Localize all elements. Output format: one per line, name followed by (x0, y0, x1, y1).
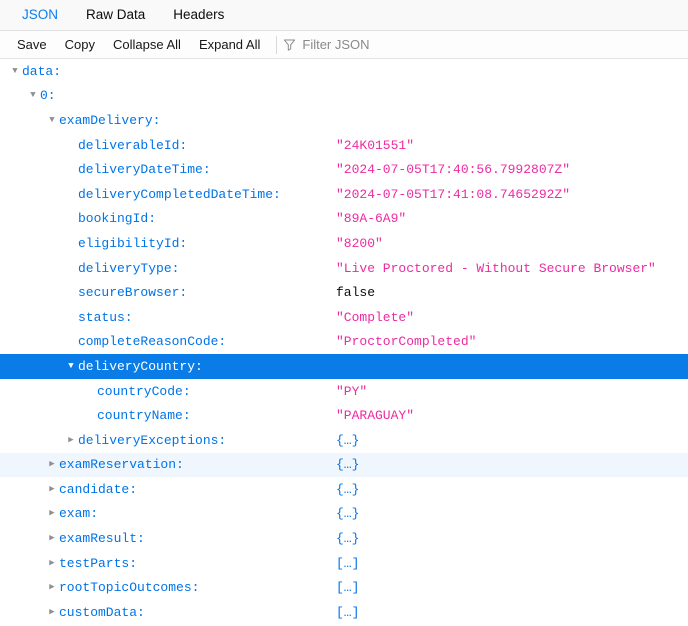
tab-headers[interactable]: Headers (159, 0, 238, 30)
json-key: completeReasonCode: (78, 334, 227, 350)
json-row[interactable]: countryName: "PARAGUAY" (0, 403, 688, 428)
json-value: "PARAGUAY" (336, 408, 415, 424)
chevron-right-icon[interactable]: ▶ (45, 558, 59, 568)
chevron-down-icon[interactable]: ▼ (26, 91, 40, 100)
json-row[interactable]: ▼ data: (0, 59, 688, 84)
json-value: "8200" (336, 235, 383, 251)
json-row[interactable]: countryCode: "PY" (0, 379, 688, 404)
json-value: "89A-6A9" (336, 211, 407, 227)
json-row[interactable]: ▶ candidate: {…} (0, 477, 688, 502)
json-row[interactable]: deliveryDateTime: "2024-07-05T17:40:56.79… (0, 157, 688, 182)
json-row[interactable]: eligibilityId: "8200" (0, 231, 688, 256)
chevron-right-icon[interactable]: ▶ (45, 583, 59, 592)
json-key: customData: (59, 604, 145, 620)
collapse-all-button[interactable]: Collapse All (104, 32, 190, 58)
json-row[interactable]: ▶ examReservation: {…} (0, 452, 688, 478)
json-row[interactable]: ▶ examResult: {…} (0, 526, 688, 551)
json-key: status: (78, 309, 133, 325)
json-row[interactable]: deliveryCompletedDateTime: "2024-07-05T17… (0, 182, 688, 207)
json-value: "Complete" (336, 309, 415, 325)
toolbar-divider (276, 35, 278, 54)
json-row[interactable]: bookingId: "89A-6A9" (0, 207, 688, 232)
chevron-right-icon[interactable]: ▶ (64, 435, 78, 445)
json-key: secureBrowser: (78, 285, 188, 301)
json-value: {…} (336, 506, 360, 522)
json-row[interactable]: ▶ customData: […] (0, 600, 688, 625)
chevron-right-icon[interactable]: ▶ (45, 534, 59, 543)
json-value: "2024-07-05T17:40:56.7992807Z" (336, 162, 571, 178)
chevron-right-icon[interactable]: ▶ (45, 607, 59, 617)
json-row[interactable]: ▼ examDelivery: (0, 108, 688, 133)
json-viewer-toolbar: Save Copy Collapse All Expand All (0, 31, 688, 59)
devtools-tab-strip: JSON Raw Data Headers (0, 0, 688, 31)
json-row[interactable]: ▶ rootTopicOutcomes: […] (0, 575, 688, 600)
chevron-down-icon[interactable]: ▼ (8, 66, 22, 76)
json-key: countryName: (97, 408, 191, 424)
json-tree[interactable]: ▼ data: ▼ 0: ▼ examDelivery: deliverableId: "24… (0, 59, 688, 626)
chevron-right-icon[interactable]: ▶ (45, 509, 59, 518)
json-row[interactable]: ▼ 0: (0, 84, 688, 109)
json-key: deliveryCompletedDateTime: (78, 186, 281, 202)
json-key: eligibilityId: (78, 235, 188, 251)
chevron-down-icon[interactable]: ▼ (64, 361, 78, 371)
chevron-right-icon[interactable]: ▶ (45, 484, 59, 494)
json-key: bookingId: (78, 211, 157, 227)
json-key: examResult: (59, 531, 145, 547)
json-key: examDelivery: (59, 112, 161, 128)
json-key: data: (22, 63, 62, 79)
json-row[interactable]: completeReasonCode: "ProctorCompleted" (0, 330, 688, 355)
json-row[interactable]: deliveryType: "Live Proctored - Without S… (0, 256, 688, 281)
json-row[interactable]: secureBrowser: false (0, 280, 688, 305)
tab-raw-data[interactable]: Raw Data (72, 0, 159, 30)
json-value: {…} (336, 432, 360, 448)
json-row[interactable]: ▶ deliveryExceptions: {…} (0, 428, 688, 453)
json-value: false (336, 285, 376, 301)
save-button[interactable]: Save (8, 32, 56, 58)
filter-json-input[interactable] (302, 34, 688, 55)
json-key: rootTopicOutcomes: (59, 580, 200, 596)
json-value: {…} (336, 481, 360, 497)
expand-all-button[interactable]: Expand All (190, 32, 269, 58)
json-value: "24K01551" (336, 137, 415, 153)
chevron-right-icon[interactable]: ▶ (45, 460, 59, 469)
json-key: deliveryType: (78, 260, 180, 276)
json-key: deliveryExceptions: (78, 432, 227, 448)
json-key: 0: (40, 88, 56, 104)
filter-json-container[interactable] (283, 32, 688, 58)
chevron-down-icon[interactable]: ▼ (45, 115, 59, 125)
json-key: deliveryCountry: (78, 358, 203, 374)
json-key: candidate: (59, 481, 138, 497)
json-value: "PY" (336, 383, 368, 399)
copy-button[interactable]: Copy (56, 32, 104, 58)
json-value: "2024-07-05T17:41:08.7465292Z" (336, 186, 571, 202)
json-key: exam: (59, 506, 99, 522)
json-value: […] (336, 604, 360, 620)
json-value: "Live Proctored - Without Secure Browser… (336, 260, 656, 276)
json-row[interactable]: ▶ exam: {…} (0, 502, 688, 527)
tab-json[interactable]: JSON (8, 0, 72, 30)
json-row[interactable]: ▶ testParts: […] (0, 551, 688, 576)
json-row[interactable]: ▼ deliveryCountry: (0, 354, 688, 379)
json-value: […] (336, 580, 360, 596)
json-value: […] (336, 555, 360, 571)
json-value: {…} (336, 457, 360, 473)
json-value: "ProctorCompleted" (336, 334, 477, 350)
json-key: deliverableId: (78, 137, 188, 153)
json-key: countryCode: (97, 383, 191, 399)
funnel-icon (284, 39, 296, 51)
json-key: deliveryDateTime: (78, 162, 211, 178)
json-key: examReservation: (59, 457, 184, 473)
json-row[interactable]: status: "Complete" (0, 305, 688, 330)
json-value: {…} (336, 531, 360, 547)
json-row[interactable]: deliverableId: "24K01551" (0, 133, 688, 158)
json-key: testParts: (59, 555, 138, 571)
